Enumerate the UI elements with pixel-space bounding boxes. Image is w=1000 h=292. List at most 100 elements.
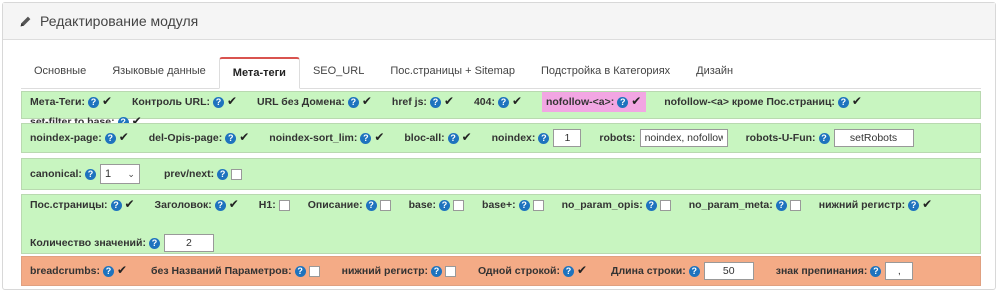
help-icon[interactable]: ?	[217, 168, 229, 180]
breadcrumbs-checkbox[interactable]	[117, 263, 129, 277]
one-line-checkbox[interactable]	[577, 263, 589, 277]
help-icon[interactable]: ?	[497, 96, 509, 108]
help-icon[interactable]: ?	[447, 132, 459, 144]
help-icon[interactable]: ?	[294, 265, 306, 277]
h1-checkbox[interactable]	[278, 199, 290, 211]
heading-checkbox[interactable]	[229, 197, 241, 211]
help-icon[interactable]: ?	[617, 96, 629, 108]
value-count-input[interactable]	[163, 234, 214, 252]
chevron-down-icon: ⌄	[127, 168, 135, 179]
field-prev-next: prev/next: ?	[163, 164, 243, 184]
tab-language-data[interactable]: Языковые данные	[99, 57, 219, 89]
help-icon[interactable]: ?	[775, 199, 787, 211]
help-icon[interactable]: ?	[439, 199, 451, 211]
field-breadcrumbs-lower-case: нижний регистр: ?	[341, 261, 457, 281]
pos-pages-checkbox[interactable]	[125, 197, 137, 211]
help-icon[interactable]: ?	[688, 265, 700, 277]
help-icon[interactable]: ?	[87, 96, 99, 108]
help-icon[interactable]: ?	[518, 199, 530, 211]
help-icon[interactable]: ?	[212, 96, 224, 108]
field-description: Описание: ?	[308, 195, 391, 215]
settings-row-canonical: canonical: ? 1 ⌄ prev/next: ?	[21, 158, 981, 190]
field-no-param-meta: no_param_meta: ?	[689, 195, 801, 215]
help-icon[interactable]: ?	[908, 199, 920, 211]
module-edit-panel: Редактирование модуля Основные Языковые …	[2, 2, 996, 290]
field-meta-tags: Мета-Теги: ?	[30, 92, 114, 112]
tab-pagination-sitemap[interactable]: Пос.страницы + Sitemap	[377, 57, 528, 89]
robots-u-fun-input[interactable]	[833, 129, 914, 147]
noindex-input[interactable]	[553, 129, 582, 147]
tab-seo-url[interactable]: SEO_URL	[300, 57, 377, 89]
field-heading: Заголовок: ?	[155, 195, 241, 215]
help-icon[interactable]: ?	[214, 199, 226, 211]
field-punctuation: знак препинания: ?	[776, 261, 914, 281]
tab-basic[interactable]: Основные	[21, 57, 99, 89]
field-label: знак препинания:	[775, 265, 868, 277]
bloc-all-checkbox[interactable]	[462, 130, 474, 144]
tab-category-settings[interactable]: Подстройка в Категориях	[528, 57, 683, 89]
noindex-sort-lim-checkbox[interactable]	[374, 130, 386, 144]
noindex-page-checkbox[interactable]	[119, 130, 131, 144]
field-label: noindex-sort_lim:	[269, 132, 358, 144]
help-icon[interactable]: ?	[84, 168, 96, 180]
pencil-icon	[20, 16, 31, 26]
field-label: bloc-all:	[404, 132, 445, 144]
help-icon[interactable]: ?	[365, 199, 377, 211]
settings-row-pagination: Пос.страницы: ? Заголовок: ? H1: Описани…	[21, 194, 981, 254]
field-label: Одной строкой:	[478, 265, 561, 277]
help-icon[interactable]: ?	[225, 132, 237, 144]
help-icon[interactable]: ?	[431, 265, 443, 277]
field-pos-pages: Пос.страницы: ?	[30, 195, 137, 215]
help-icon[interactable]: ?	[347, 96, 359, 108]
help-icon[interactable]: ?	[360, 132, 372, 144]
description-checkbox[interactable]	[379, 199, 391, 211]
field-canonical: canonical: ? 1 ⌄	[30, 164, 140, 184]
field-label: H1:	[258, 199, 276, 211]
field-url-control: Контроль URL: ?	[132, 92, 239, 112]
help-icon[interactable]: ?	[148, 237, 160, 249]
del-opis-page-checkbox[interactable]	[239, 130, 251, 144]
tab-meta-tags[interactable]: Мета-теги	[218, 57, 300, 89]
no-param-meta-checkbox[interactable]	[789, 199, 801, 211]
lower-case-checkbox[interactable]	[922, 197, 934, 211]
field-label: prev/next:	[163, 168, 215, 180]
help-icon[interactable]: ?	[563, 265, 575, 277]
field-no-param-names: без Названий Параметров: ?	[151, 261, 320, 281]
no-param-names-checkbox[interactable]	[308, 265, 320, 277]
tab-design[interactable]: Дизайн	[683, 57, 746, 89]
404-checkbox[interactable]	[512, 94, 524, 108]
field-href-js: href js: ?	[392, 92, 456, 112]
href-js-checkbox[interactable]	[444, 94, 456, 108]
field-base-plus: base+: ?	[482, 195, 544, 215]
help-icon[interactable]: ?	[538, 132, 550, 144]
field-url-no-domain: URL без Домена: ?	[257, 92, 374, 112]
help-icon[interactable]: ?	[870, 265, 882, 277]
help-icon[interactable]: ?	[429, 96, 441, 108]
meta-tags-checkbox[interactable]	[102, 94, 114, 108]
page-title: Редактирование модуля	[40, 13, 199, 29]
settings-row-breadcrumbs: breadcrumbs: ? без Названий Параметров: …	[21, 256, 981, 286]
help-icon[interactable]: ?	[103, 265, 115, 277]
nofollow-a-checkbox[interactable]	[631, 94, 643, 108]
field-label: нижний регистр:	[341, 265, 429, 277]
field-label: base+:	[482, 199, 516, 211]
breadcrumbs-lower-case-checkbox[interactable]	[445, 265, 457, 277]
help-icon[interactable]: ?	[645, 199, 657, 211]
nofollow-a-except-checkbox[interactable]	[852, 94, 864, 108]
field-label: nofollow-<a>:	[545, 96, 615, 108]
help-icon[interactable]: ?	[818, 132, 830, 144]
punctuation-input[interactable]	[885, 262, 914, 280]
robots-input[interactable]	[639, 129, 728, 147]
help-icon[interactable]: ?	[110, 199, 122, 211]
line-length-input[interactable]	[703, 262, 754, 280]
prev-next-checkbox[interactable]	[231, 168, 243, 180]
url-control-checkbox[interactable]	[227, 94, 239, 108]
base-checkbox[interactable]	[453, 199, 465, 211]
help-icon[interactable]: ?	[837, 96, 849, 108]
help-icon[interactable]: ?	[104, 132, 116, 144]
no-param-opis-checkbox[interactable]	[659, 199, 671, 211]
base-plus-checkbox[interactable]	[532, 199, 544, 211]
field-robots-u-fun: robots-U-Fun: ?	[746, 128, 914, 148]
url-no-domain-checkbox[interactable]	[362, 94, 374, 108]
canonical-select[interactable]: 1 ⌄	[99, 164, 140, 184]
